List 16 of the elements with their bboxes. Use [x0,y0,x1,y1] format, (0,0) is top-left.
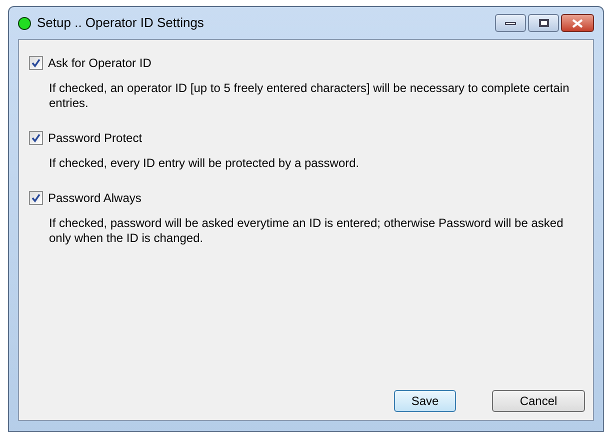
check-icon [31,58,41,68]
close-icon [572,18,583,28]
dialog-button[interactable]: Save [394,390,456,412]
option-description: If checked, password will be asked everytime an ID is entered; otherwise Password will be asked only when the ID is changed. [49,216,564,246]
option-checkbox[interactable]: Password Protect [29,129,142,147]
minimize-button[interactable] [495,14,526,32]
dialog-button[interactable]: Cancel [492,390,585,412]
check-icon [31,133,41,143]
option-description: If checked, an operator ID [up to 5 freely entered characters] will be necessary to complete certain entries. [49,81,570,111]
option-checkbox[interactable]: Ask for Operator ID [29,54,152,72]
maximize-button[interactable] [528,14,559,32]
option-checkbox[interactable]: Password Always [29,189,142,207]
option-description: If checked, every ID entry will be protected by a password. [49,156,360,171]
window-title: Setup .. Operator ID Settings [37,14,204,32]
check-icon [31,193,41,203]
close-button[interactable] [561,14,594,32]
